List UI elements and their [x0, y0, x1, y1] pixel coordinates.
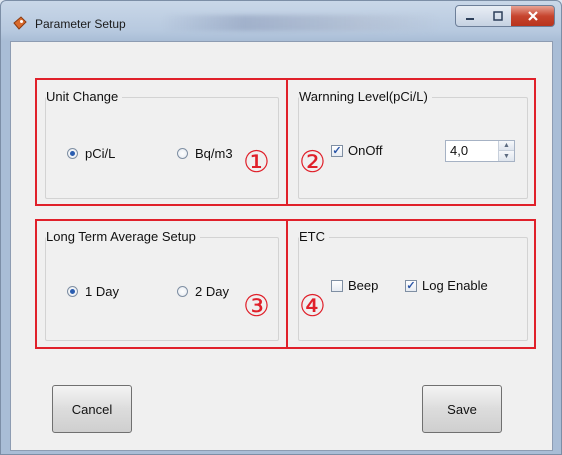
- title-bar[interactable]: Parameter Setup: [1, 1, 561, 41]
- minimize-button[interactable]: [455, 5, 485, 27]
- arrow-down-icon: ▼: [503, 152, 510, 160]
- close-icon: [527, 11, 538, 21]
- onoff-checkbox-label: OnOff: [348, 143, 383, 158]
- beep-checkbox-box: [331, 279, 343, 292]
- spin-up-button[interactable]: ▲: [499, 141, 514, 151]
- annotation-number-2: ②: [299, 145, 326, 180]
- save-button[interactable]: Save: [422, 385, 502, 433]
- close-button[interactable]: [511, 5, 555, 27]
- etc-label: ETC: [299, 229, 329, 244]
- minimize-icon: [466, 18, 474, 20]
- radio-pci-l-label: pCi/L: [85, 146, 116, 161]
- spinner-buttons: ▲ ▼: [498, 141, 514, 161]
- annotation-number-1: ①: [243, 145, 270, 180]
- app-icon: [13, 16, 27, 30]
- unit-change-label: Unit Change: [46, 89, 123, 104]
- annotation-number-3: ③: [243, 289, 270, 324]
- radio-pci-l-indicator: [67, 148, 78, 159]
- log-enable-checkbox-box: ✓: [405, 279, 417, 292]
- onoff-checkbox[interactable]: ✓ OnOff: [331, 143, 382, 158]
- warning-level-value: 4,0: [450, 143, 469, 158]
- maximize-button[interactable]: [484, 5, 512, 27]
- radio-bq-m3-indicator: [177, 148, 188, 159]
- beep-checkbox[interactable]: Beep: [331, 278, 378, 293]
- dialog-client-area: Unit Change pCi/L Bq/m3 ① Warnning Level…: [10, 41, 553, 451]
- arrow-up-icon: ▲: [503, 142, 510, 149]
- radio-2-day-label: 2 Day: [195, 284, 229, 299]
- cancel-button[interactable]: Cancel: [52, 385, 132, 433]
- onoff-checkbox-box: ✓: [331, 144, 343, 157]
- log-enable-checkbox-label: Log Enable: [422, 278, 488, 293]
- etc-group: ETC Beep ✓ Log Enable: [298, 229, 528, 341]
- spin-down-button[interactable]: ▼: [499, 151, 514, 161]
- radio-1-day-indicator: [67, 286, 78, 297]
- warning-level-spinner[interactable]: 4,0 ▲ ▼: [445, 140, 515, 162]
- warning-level-group: Warnning Level(pCi/L) ✓ OnOff 4,0 ▲ ▼: [298, 89, 528, 199]
- log-enable-checkbox[interactable]: ✓ Log Enable: [405, 278, 488, 293]
- long-term-average-label: Long Term Average Setup: [46, 229, 200, 244]
- radio-1-day[interactable]: 1 Day: [67, 284, 119, 299]
- parameter-setup-window: Parameter Setup Unit Change pCi/L Bq/m3: [0, 0, 562, 455]
- beep-checkbox-label: Beep: [348, 278, 379, 293]
- blurred-title-area: [161, 15, 441, 31]
- maximize-icon: [492, 11, 503, 21]
- radio-pci-l[interactable]: pCi/L: [67, 146, 115, 161]
- radio-2-day-indicator: [177, 286, 188, 297]
- warning-level-label: Warnning Level(pCi/L): [299, 89, 432, 104]
- radio-1-day-label: 1 Day: [85, 284, 119, 299]
- radio-bq-m3[interactable]: Bq/m3: [177, 146, 233, 161]
- radio-2-day[interactable]: 2 Day: [177, 284, 229, 299]
- annotation-number-4: ④: [299, 289, 326, 324]
- radio-bq-m3-label: Bq/m3: [195, 146, 233, 161]
- window-title: Parameter Setup: [35, 17, 126, 31]
